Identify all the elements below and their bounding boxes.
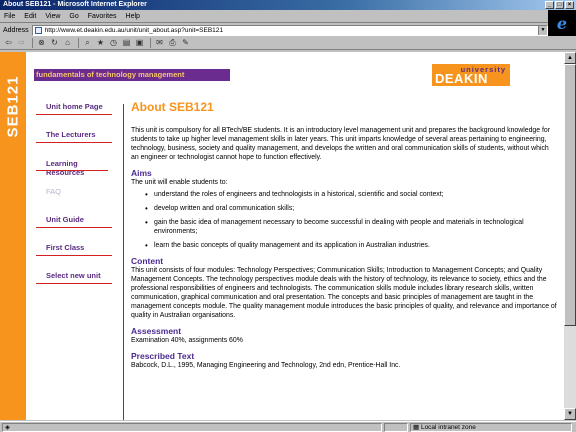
page-icon [34, 26, 42, 34]
nav-unit-guide[interactable]: Unit Guide [36, 215, 112, 228]
page-heading: About SEB121 [131, 100, 214, 114]
forward-icon[interactable]: ⇨ [16, 38, 27, 48]
fullscreen-icon[interactable]: ▣ [134, 38, 145, 48]
zone-icon: ▦ [413, 424, 421, 431]
prescribed-text-heading: Prescribed Text [131, 351, 195, 361]
menu-file[interactable]: File [4, 13, 15, 20]
history-icon[interactable]: ◷ [108, 38, 119, 48]
main-content: About SEB121 This unit is compulsory for… [131, 100, 557, 370]
nav-label: Unit Guide [46, 215, 84, 224]
nav-rule [36, 114, 112, 115]
print-icon[interactable]: ⎙ [167, 38, 178, 48]
zone-label: Local intranet zone [420, 424, 476, 431]
menu-edit[interactable]: Edit [24, 13, 36, 20]
address-bar: Address http://www.et.deakin.edu.au/unit… [0, 24, 548, 36]
vertical-scrollbar[interactable]: ▲ ▼ [564, 52, 576, 420]
course-banner: fundamentals of technology management [34, 69, 230, 81]
nav-label: First Class [46, 243, 85, 252]
channels-icon[interactable]: ▤ [121, 38, 132, 48]
toolbar-separator [78, 38, 79, 48]
home-icon[interactable]: ⌂ [62, 38, 73, 48]
nav-faq[interactable]: FAQ [36, 187, 112, 196]
nav-rule [36, 227, 112, 228]
scroll-thumb[interactable] [564, 64, 576, 326]
scroll-down-icon[interactable]: ▼ [564, 408, 576, 420]
toolbar-separator [150, 38, 151, 48]
ie-logo-icon: e [548, 10, 576, 36]
ie-page-icon: ◈ [5, 424, 10, 431]
menu-help[interactable]: Help [126, 13, 140, 20]
address-input[interactable]: http://www.et.deakin.edu.au/unit/unit_ab… [31, 24, 548, 36]
close-button[interactable]: × [565, 1, 574, 9]
mail-icon[interactable]: ✉ [154, 38, 165, 48]
list-item: understand the roles of engineers and te… [145, 190, 557, 199]
content-heading: Content [131, 256, 164, 266]
window-title-bar: About SEB121 - Microsoft Internet Explor… [0, 0, 576, 10]
list-item: gain the basic idea of management necess… [145, 218, 557, 236]
side-title: SEB121 [4, 75, 22, 137]
nav-learning-resources[interactable]: Learning Resources [36, 159, 112, 177]
logo-deakin-text: DEAKIN [435, 71, 488, 86]
scroll-up-icon[interactable]: ▲ [564, 52, 576, 64]
nav-rule [36, 170, 108, 171]
toolbar: ⇦ ⇨ ⊗ ↻ ⌂ ⌕ ★ ◷ ▤ ▣ ✉ ⎙ ✎ [0, 37, 576, 50]
stop-icon[interactable]: ⊗ [36, 38, 47, 48]
menu-favorites[interactable]: Favorites [88, 13, 117, 20]
address-label: Address [3, 26, 29, 34]
nav-label: The Lecturers [46, 130, 96, 139]
menu-view[interactable]: View [45, 13, 60, 20]
address-url: http://www.et.deakin.edu.au/unit/unit_ab… [44, 26, 224, 34]
nav-label: Learning Resources [46, 159, 85, 177]
assessment-heading: Assessment [131, 326, 182, 336]
content-text: This unit consists of four modules: Tech… [131, 267, 557, 319]
nav-first-class[interactable]: First Class [36, 243, 112, 256]
status-zone-cell: ▦ Local intranet zone [410, 423, 572, 432]
nav-unit-home-page[interactable]: Unit home Page [36, 102, 112, 115]
list-item: develop written and oral communication s… [145, 204, 557, 213]
list-item: learn the basic concepts of quality mana… [145, 241, 557, 250]
course-banner-text: fundamentals of technology management [36, 70, 185, 79]
nav-label: FAQ [46, 187, 62, 196]
back-icon[interactable]: ⇦ [3, 38, 14, 48]
menu-go[interactable]: Go [69, 13, 78, 20]
page-viewport: SEB121 fundamentals of technology manage… [0, 52, 564, 420]
aims-intro: The unit will enable students to: [131, 179, 228, 186]
nav-label: Unit home Page [46, 102, 103, 111]
nav-label: Select new unit [46, 271, 101, 280]
minimize-button[interactable]: _ [545, 1, 554, 9]
aims-list: understand the roles of engineers and te… [145, 190, 557, 250]
aims-heading: Aims [131, 168, 152, 178]
nav-rule [36, 283, 112, 284]
nav-rule [36, 255, 112, 256]
status-text-cell: ◈ [2, 423, 382, 432]
deakin-logo[interactable]: university DEAKIN [432, 64, 510, 86]
address-dropdown-icon[interactable]: ▼ [538, 25, 547, 35]
nav-select-new-unit[interactable]: Select new unit [36, 271, 112, 284]
refresh-icon[interactable]: ↻ [49, 38, 60, 48]
nav-rule [36, 142, 112, 143]
status-bar: ◈ ▦ Local intranet zone [0, 421, 576, 432]
window-title: About SEB121 - Microsoft Internet Explor… [3, 1, 147, 8]
content-divider [123, 104, 124, 420]
intro-text: This unit is compulsory for all BTech/BE… [131, 127, 551, 161]
edit-icon[interactable]: ✎ [180, 38, 191, 48]
toolbar-separator [32, 38, 33, 48]
prescribed-text: Babcock, D.L., 1995, Managing Engineerin… [131, 362, 401, 369]
favorites-icon[interactable]: ★ [95, 38, 106, 48]
status-progress-cell [384, 423, 408, 432]
maximize-button[interactable]: □ [555, 1, 564, 9]
menu-bar: File Edit View Go Favorites Help [0, 11, 576, 23]
search-icon[interactable]: ⌕ [82, 38, 93, 48]
assessment-text: Examination 40%, assignments 60% [131, 337, 243, 344]
nav-the-lecturers[interactable]: The Lecturers [36, 130, 112, 143]
